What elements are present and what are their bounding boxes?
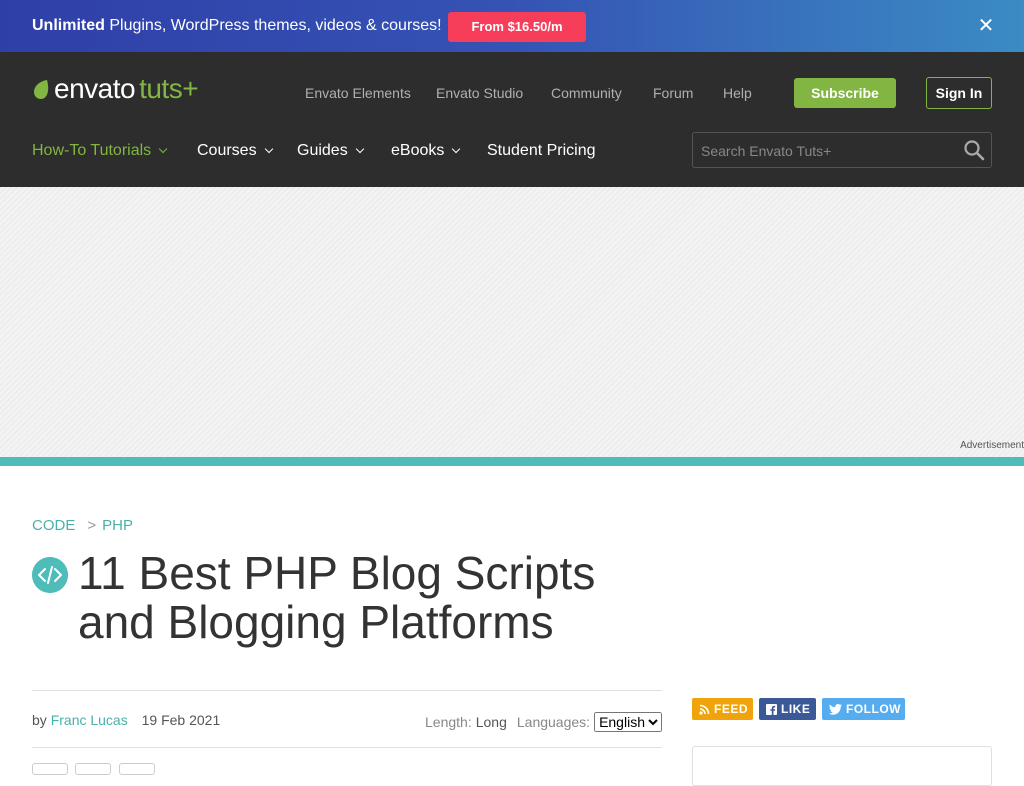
breadcrumb-code[interactable]: CODE bbox=[32, 517, 75, 534]
promo-pricing-button[interactable]: From $16.50/m bbox=[448, 12, 586, 42]
chevron-down-icon bbox=[264, 144, 273, 154]
by-label: by bbox=[32, 712, 47, 728]
breadcrumb-separator: > bbox=[87, 517, 97, 534]
article-meta-right: Length: Long Languages: English bbox=[425, 712, 663, 732]
nav-how-to-tutorials[interactable]: How-To Tutorials bbox=[32, 142, 168, 160]
nav-student-pricing-label: Student Pricing bbox=[487, 142, 596, 159]
nav-guides[interactable]: Guides bbox=[297, 142, 364, 160]
nav-courses-label: Courses bbox=[197, 142, 257, 159]
nav-guides-label: Guides bbox=[297, 142, 348, 159]
promo-bold-text: Unlimited bbox=[32, 17, 105, 34]
sign-in-button[interactable]: Sign In bbox=[926, 77, 992, 109]
close-icon[interactable]: ✕ bbox=[976, 16, 996, 36]
nav-courses[interactable]: Courses bbox=[197, 142, 273, 160]
nav-ebooks[interactable]: eBooks bbox=[391, 142, 461, 160]
nav-help[interactable]: Help bbox=[723, 85, 752, 101]
twitter-follow-button[interactable]: FOLLOW bbox=[822, 698, 905, 720]
search-box bbox=[692, 132, 992, 168]
subscribe-button[interactable]: Subscribe bbox=[794, 78, 896, 108]
chevron-down-icon bbox=[452, 144, 461, 154]
feed-button[interactable]: FEED bbox=[692, 698, 753, 720]
chevron-down-icon bbox=[355, 144, 364, 154]
facebook-icon bbox=[766, 703, 777, 715]
share-button[interactable] bbox=[32, 763, 68, 775]
facebook-like-button[interactable]: LIKE bbox=[759, 698, 816, 720]
logo-suffix: tuts+ bbox=[139, 73, 199, 104]
divider bbox=[32, 747, 662, 748]
twitter-icon bbox=[829, 703, 842, 715]
length-label: Length: bbox=[425, 714, 472, 730]
nav-forum[interactable]: Forum bbox=[653, 85, 693, 101]
length-value: Long bbox=[475, 714, 507, 730]
category-color-bar bbox=[0, 457, 1024, 466]
languages-label: Languages: bbox=[516, 714, 591, 730]
site-header: envato tuts+ Envato Elements Envato Studi… bbox=[0, 52, 1024, 187]
follow-label: FOLLOW bbox=[846, 702, 901, 716]
promo-body-text: Plugins, WordPress themes, videos & cour… bbox=[104, 17, 442, 34]
share-button[interactable] bbox=[75, 763, 111, 775]
like-label: LIKE bbox=[781, 702, 811, 716]
promo-text: Unlimited Plugins, WordPress themes, vid… bbox=[32, 17, 442, 35]
nav-ebooks-label: eBooks bbox=[391, 142, 445, 159]
chevron-down-icon bbox=[158, 144, 168, 154]
author-link[interactable]: Franc Lucas bbox=[51, 712, 128, 728]
advertisement-label: Advertisement bbox=[960, 440, 1024, 451]
share-button[interactable] bbox=[119, 763, 155, 775]
sidebar-widget bbox=[692, 746, 992, 786]
code-icon bbox=[32, 557, 68, 593]
nav-envato-elements[interactable]: Envato Elements bbox=[305, 85, 411, 101]
promo-banner: Unlimited Plugins, WordPress themes, vid… bbox=[0, 0, 1024, 52]
article-meta: by Franc Lucas 19 Feb 2021 bbox=[32, 712, 220, 728]
nav-community[interactable]: Community bbox=[551, 85, 622, 101]
envato-tuts-logo[interactable]: envato tuts+ bbox=[32, 73, 199, 104]
search-input[interactable] bbox=[701, 141, 951, 161]
rss-icon bbox=[699, 704, 710, 715]
publish-date: 19 Feb 2021 bbox=[141, 712, 221, 728]
language-select[interactable]: English bbox=[594, 712, 663, 732]
nav-how-to-tutorials-label: How-To Tutorials bbox=[32, 142, 152, 159]
nav-envato-studio[interactable]: Envato Studio bbox=[436, 85, 523, 101]
advertisement-area: Advertisement bbox=[0, 187, 1024, 457]
breadcrumb-php[interactable]: PHP bbox=[102, 517, 133, 534]
nav-student-pricing[interactable]: Student Pricing bbox=[487, 142, 596, 160]
search-icon[interactable] bbox=[963, 139, 985, 161]
page-title: 11 Best PHP Blog Scripts and Blogging Pl… bbox=[78, 547, 596, 648]
feed-label: FEED bbox=[714, 702, 749, 716]
leaf-icon bbox=[34, 80, 49, 99]
breadcrumb: CODE > PHP bbox=[32, 517, 133, 534]
logo-word: envato bbox=[54, 73, 136, 104]
divider bbox=[32, 690, 662, 691]
